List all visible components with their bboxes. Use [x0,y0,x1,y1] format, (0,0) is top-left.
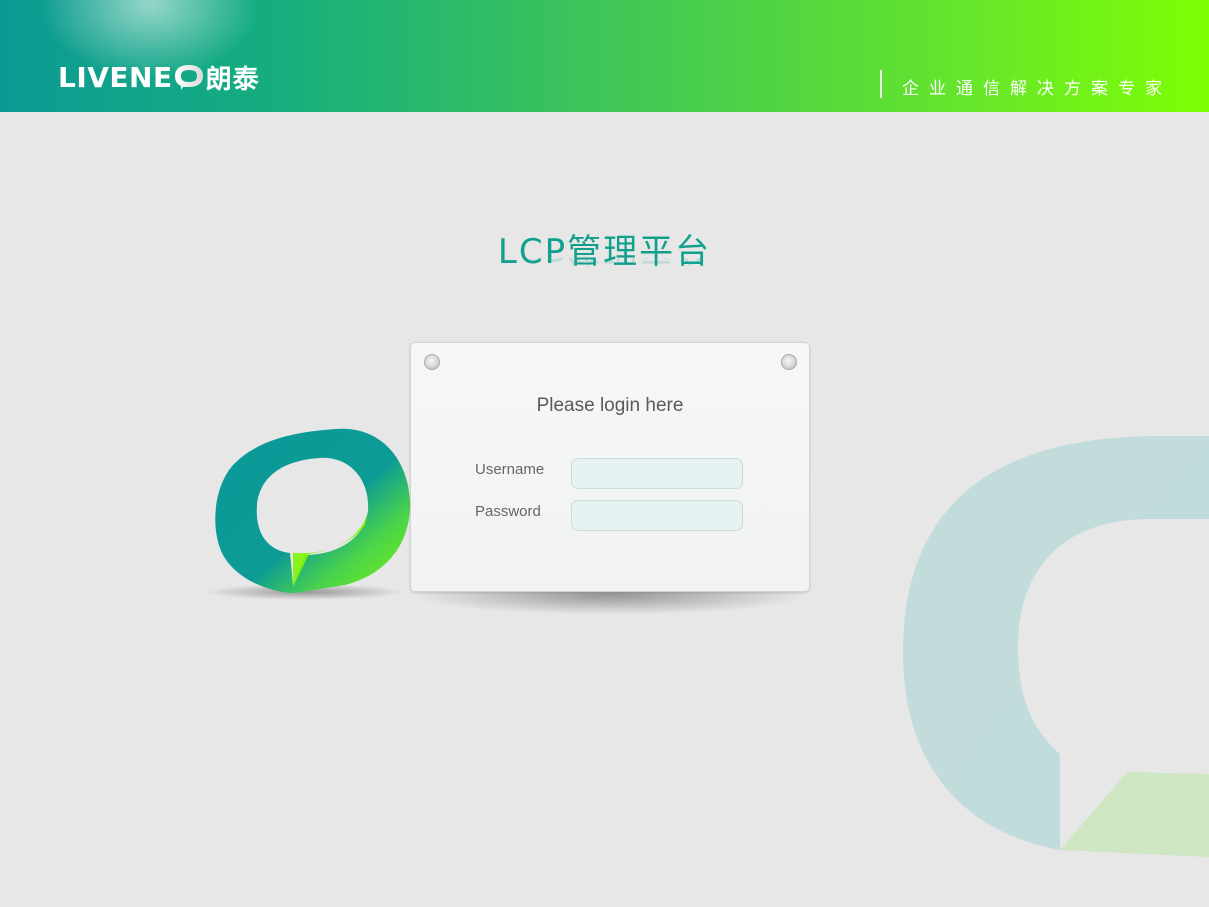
header-divider [880,70,882,98]
login-heading: Please login here [536,395,684,416]
brand-logo: LIVENE 朗泰 [58,60,260,95]
header-banner: LIVENE 朗泰 企业通信解决方案专家 [0,0,1209,112]
speech-bubble-logo-icon [205,428,410,600]
header-slogan: 企业通信解决方案专家 [902,79,1172,99]
username-label: Username [475,461,545,478]
username-input[interactable] [571,458,743,489]
pin-icon [424,354,440,370]
password-label: Password [475,503,541,520]
brand-bubble-icon [174,65,203,90]
pin-icon [781,354,797,370]
login-card: Please login here Username Password [410,342,810,592]
title-area: LCP管理平台 [0,224,1209,273]
background-bubble-logo-icon [903,436,1209,857]
brand-cn-text: 朗泰 [205,64,260,95]
password-input[interactable] [571,500,743,531]
page-title: LCP管理平台 [497,232,712,272]
brand-text: LIVENE [58,60,173,94]
